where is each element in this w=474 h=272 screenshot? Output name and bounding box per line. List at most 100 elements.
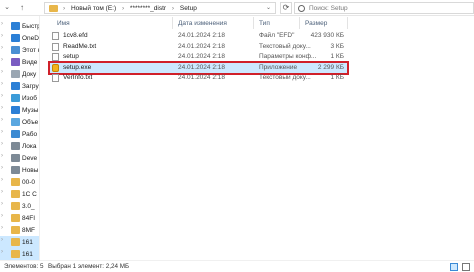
sidebar-item-label: Доку bbox=[22, 71, 37, 78]
file-size: 423 930 КБ bbox=[310, 32, 344, 39]
column-header-size[interactable]: Размер bbox=[305, 19, 327, 29]
expand-chevron-icon[interactable]: › bbox=[1, 141, 3, 147]
file-row[interactable]: ReadMe.txt 24.01.2024 2:18 Текстовый доку.… bbox=[50, 42, 347, 52]
sidebar-item-label: 3.0_ bbox=[22, 203, 35, 210]
music-icon bbox=[11, 106, 20, 114]
file-type: Файл "EFD" bbox=[259, 32, 295, 39]
text-file-icon bbox=[52, 74, 59, 82]
status-bar: Элементов: 5 Выбран 1 элемент: 2,24 МБ bbox=[0, 260, 474, 272]
file-row[interactable]: VerInfo.txt 24.01.2024 2:18 Текстовый доку… bbox=[50, 73, 347, 83]
sidebar-item-label: Музы bbox=[22, 107, 39, 114]
expand-chevron-icon[interactable]: › bbox=[1, 105, 3, 111]
video-icon bbox=[11, 58, 20, 66]
file-date: 24.01.2024 2:18 bbox=[178, 32, 225, 39]
column-header-date[interactable]: Дата изменения bbox=[178, 19, 227, 29]
star-icon bbox=[11, 22, 20, 30]
expand-chevron-icon[interactable]: › bbox=[1, 201, 3, 207]
file-name: 1cv8.efd bbox=[63, 32, 88, 39]
details-view-icon[interactable] bbox=[450, 263, 458, 271]
sidebar-item-label: Изоб bbox=[22, 95, 37, 102]
expand-chevron-icon[interactable]: › bbox=[1, 153, 3, 159]
expand-chevron-icon[interactable]: › bbox=[1, 69, 3, 75]
sidebar-item-label: Новы bbox=[22, 167, 39, 174]
drive-icon bbox=[11, 154, 20, 162]
file-date: 24.01.2024 2:18 bbox=[178, 74, 225, 81]
file-name: ReadMe.txt bbox=[63, 42, 97, 50]
folder-icon bbox=[11, 202, 20, 210]
text-file-icon bbox=[52, 42, 59, 51]
desktop-icon bbox=[11, 130, 20, 138]
folder-icon bbox=[11, 238, 20, 246]
file-name: VerInfo.txt bbox=[63, 74, 93, 81]
column-header-name[interactable]: Имя bbox=[57, 19, 70, 29]
file-size: 1 КБ bbox=[330, 74, 344, 81]
expand-chevron-icon[interactable]: › bbox=[1, 81, 3, 87]
sidebar-item-label: 00-0 bbox=[22, 179, 36, 186]
computer-icon bbox=[11, 46, 20, 54]
pictures-icon bbox=[11, 94, 20, 102]
sidebar-item-label: 8MF bbox=[22, 227, 35, 234]
column-divider[interactable] bbox=[253, 17, 254, 29]
file-date: 24.01.2024 2:18 bbox=[178, 63, 225, 71]
breadcrumb: › Новый том (E:) › ********_distr › Setu… bbox=[63, 4, 201, 13]
3d-objects-icon bbox=[11, 118, 20, 126]
file-date: 24.01.2024 2:18 bbox=[178, 42, 225, 50]
refresh-icon[interactable]: ⟳ bbox=[280, 2, 292, 14]
expand-chevron-icon[interactable]: › bbox=[1, 21, 3, 27]
expand-chevron-icon[interactable]: › bbox=[1, 177, 3, 183]
folder-icon bbox=[11, 214, 20, 222]
up-arrow-icon[interactable]: ↑ bbox=[17, 3, 27, 13]
folder-icon bbox=[11, 226, 20, 234]
breadcrumb-drive[interactable]: Новый том (E:) bbox=[71, 5, 116, 12]
expand-chevron-icon[interactable]: › bbox=[1, 165, 3, 171]
column-header-type[interactable]: Тип bbox=[259, 19, 270, 29]
large-icons-view-icon[interactable] bbox=[462, 263, 470, 271]
expand-chevron-icon[interactable]: › bbox=[1, 57, 3, 63]
expand-chevron-icon[interactable]: › bbox=[1, 33, 3, 39]
sidebar-item-label: Deve bbox=[22, 155, 38, 162]
sidebar-item-label: Лока bbox=[22, 143, 37, 150]
breadcrumb-distr[interactable]: ********_distr bbox=[130, 5, 166, 12]
expand-chevron-icon[interactable]: › bbox=[1, 213, 3, 219]
expand-chevron-icon[interactable]: › bbox=[1, 249, 3, 255]
expand-chevron-icon[interactable]: › bbox=[1, 117, 3, 123]
file-type: Приложение bbox=[259, 63, 298, 71]
sidebar-item-label: 84FI bbox=[22, 215, 36, 222]
file-row[interactable]: setup 24.01.2024 2:18 Параметры конф... 1 К… bbox=[50, 52, 347, 62]
column-divider[interactable] bbox=[299, 17, 300, 29]
breadcrumb-separator: › bbox=[121, 5, 125, 12]
file-list: Имя Дата изменения Тип Размер 1cv8.efd 24… bbox=[41, 16, 474, 260]
column-divider[interactable] bbox=[347, 17, 348, 29]
download-icon bbox=[11, 82, 20, 90]
sidebar-item-label: 161 bbox=[22, 239, 33, 246]
expand-chevron-icon[interactable]: › bbox=[1, 225, 3, 231]
search-icon bbox=[298, 5, 305, 12]
breadcrumb-setup[interactable]: Setup bbox=[180, 5, 197, 12]
expand-chevron-icon[interactable]: › bbox=[1, 45, 3, 51]
sidebar-item[interactable]: › 161 bbox=[0, 248, 39, 260]
expand-chevron-icon[interactable]: › bbox=[1, 189, 3, 195]
navigation-pane: › Быстр › OneDr › Этот к › Виде › Доку › Загру › Изоб… bbox=[0, 16, 40, 260]
file-size: 1 КБ bbox=[330, 53, 344, 60]
file-row[interactable]: setup.exe 24.01.2024 2:18 Приложение 2 299 … bbox=[48, 60, 349, 75]
expand-chevron-icon[interactable]: › bbox=[1, 237, 3, 243]
folder-icon bbox=[11, 250, 20, 258]
file-type: Текстовый доку... bbox=[259, 74, 311, 81]
address-dropdown-icon[interactable]: ⌄ bbox=[266, 4, 271, 13]
recent-locations-chevron-icon[interactable]: ⌄ bbox=[2, 3, 12, 13]
file-date: 24.01.2024 2:18 bbox=[178, 53, 225, 60]
sidebar-item-label: Рабо bbox=[22, 131, 38, 138]
breadcrumb-separator: › bbox=[63, 5, 66, 12]
file-name: setup bbox=[63, 53, 79, 60]
column-divider[interactable] bbox=[172, 17, 173, 29]
folder-icon bbox=[49, 5, 58, 12]
expand-chevron-icon[interactable]: › bbox=[1, 93, 3, 99]
expand-chevron-icon[interactable]: › bbox=[1, 129, 3, 135]
sidebar-item-label: OneDr bbox=[22, 35, 40, 42]
search-input[interactable]: Поиск: Setup bbox=[294, 2, 474, 14]
file-type: Параметры конф... bbox=[259, 53, 317, 60]
status-selection: Выбран 1 элемент: 2,24 МБ bbox=[48, 263, 130, 270]
address-path-field[interactable]: › Новый том (E:) › ********_distr › Setu… bbox=[44, 2, 276, 14]
address-bar: ⌄ ↑ › Новый том (E:) › ********_distr › … bbox=[0, 0, 474, 16]
file-row[interactable]: 1cv8.efd 24.01.2024 2:18 Файл "EFD" 423 930… bbox=[50, 31, 347, 41]
